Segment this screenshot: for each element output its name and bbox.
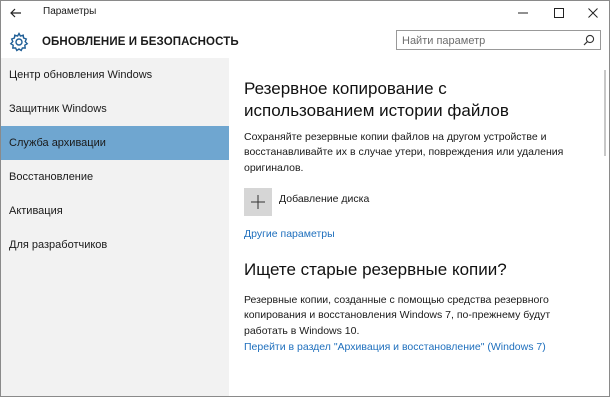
sidebar-item-for-developers[interactable]: Для разработчиков	[1, 228, 229, 262]
minimize-icon	[517, 12, 528, 14]
add-drive-label[interactable]: Добавление диска	[279, 193, 369, 205]
sidebar-item-label: Восстановление	[9, 171, 94, 183]
maximize-icon	[553, 8, 564, 18]
window-title: Параметры	[43, 6, 97, 17]
sidebar-item-recovery[interactable]: Восстановление	[1, 160, 229, 194]
sidebar-item-label: Защитник Windows	[9, 103, 107, 115]
scrollbar[interactable]	[602, 58, 608, 396]
text-line: восстанавливайте их в случае утери, повр…	[244, 146, 564, 159]
search-icon[interactable]	[583, 34, 595, 46]
close-button[interactable]	[576, 1, 609, 25]
settings-window: Параметры ОБНОВЛЕНИЕ И БЕЗОПАСНОСТЬ Найт…	[0, 0, 610, 397]
text-line: работать в Windows 10.	[244, 324, 360, 337]
backup-restore-windows7-link[interactable]: Перейти в раздел "Архивация и восстановл…	[244, 341, 546, 353]
sidebar-item-backup[interactable]: Служба архивации	[1, 126, 229, 160]
sidebar-item-label: Служба архивации	[9, 137, 106, 149]
text-line: Резервные копии, созданные с помощью сре…	[244, 294, 549, 306]
close-icon	[587, 8, 598, 18]
old-backups-description: Резервные копии, созданные с помощью сре…	[244, 293, 589, 339]
back-arrow-icon	[10, 8, 21, 18]
gear-icon	[9, 32, 29, 52]
scrollbar-thumb[interactable]	[604, 70, 606, 156]
minimize-button[interactable]	[506, 1, 539, 25]
section-heading-file-history: Резервное копирование с использованием и…	[244, 78, 509, 122]
sidebar-item-windows-defender[interactable]: Защитник Windows	[1, 92, 229, 126]
text-line: копирования и восстановления Windows 7, …	[244, 309, 551, 322]
title-bar: Параметры	[1, 1, 609, 25]
plus-icon	[251, 195, 265, 209]
search-box[interactable]	[396, 30, 601, 50]
sidebar-item-activation[interactable]: Активация	[1, 194, 229, 228]
sidebar-item-label: Центр обновления Windows	[9, 69, 153, 81]
file-history-description: Сохраняйте резервные копии файлов на дру…	[244, 130, 589, 176]
section-heading-old-backups: Ищете старые резервные копии?	[244, 260, 507, 279]
sidebar-item-label: Для разработчиков	[9, 239, 108, 251]
sidebar: Центр обновления Windows Защитник Window…	[1, 58, 229, 396]
search-input[interactable]	[397, 32, 577, 50]
sidebar-item-windows-update[interactable]: Центр обновления Windows	[1, 58, 229, 92]
page-title: ОБНОВЛЕНИЕ И БЕЗОПАСНОСТЬ	[42, 36, 239, 48]
page-header: ОБНОВЛЕНИЕ И БЕЗОПАСНОСТЬ	[1, 25, 609, 61]
maximize-button[interactable]	[542, 1, 575, 25]
text-line: Сохраняйте резервные копии файлов на дру…	[244, 131, 547, 143]
back-button[interactable]	[7, 4, 25, 22]
text-line: оригиналов.	[244, 161, 304, 174]
add-drive-button[interactable]	[244, 188, 272, 216]
more-options-link[interactable]: Другие параметры	[244, 228, 335, 240]
heading-line: использованием истории файлов	[244, 101, 509, 120]
main-content: Резервное копирование с использованием и…	[229, 58, 601, 396]
heading-line: Резервное копирование с	[244, 79, 447, 98]
sidebar-item-label: Активация	[9, 205, 63, 217]
